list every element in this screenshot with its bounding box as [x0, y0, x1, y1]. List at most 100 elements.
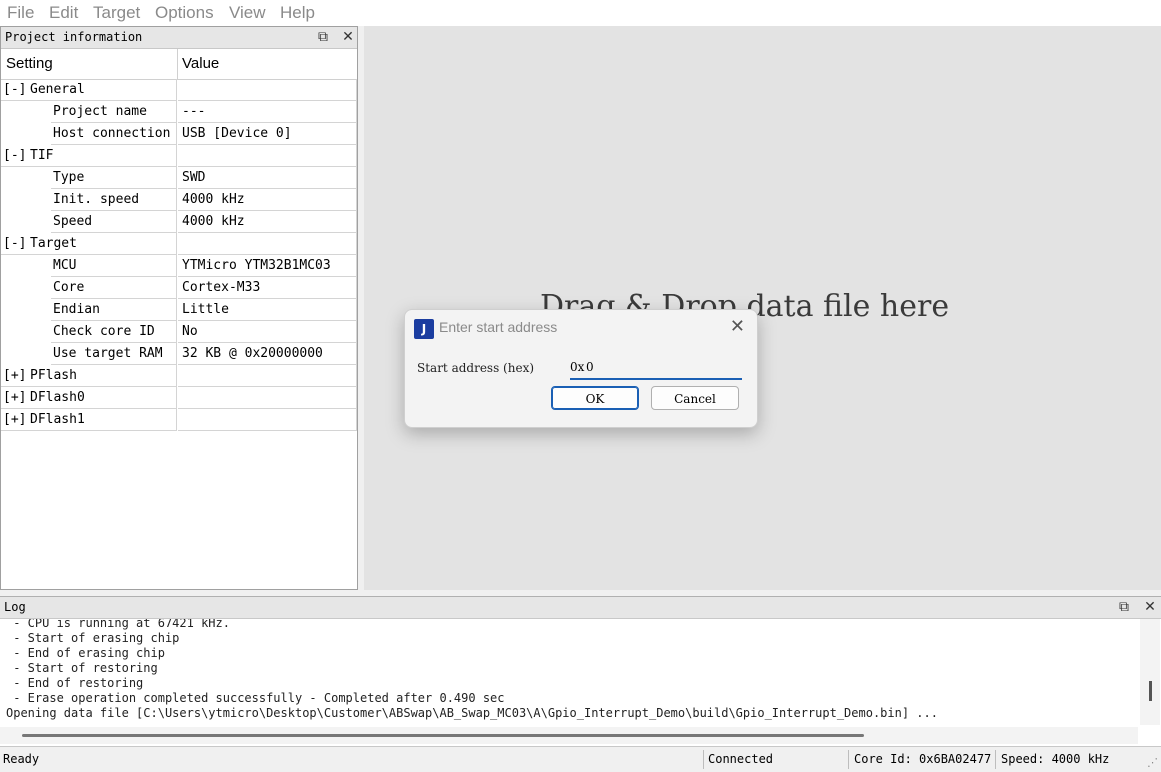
- log-vertical-scroll-thumb[interactable]: [1149, 681, 1152, 701]
- jflash-app-icon: J: [414, 319, 434, 339]
- setting-row[interactable]: Project name ---: [1, 101, 357, 123]
- group-value: [178, 145, 357, 167]
- log-line: - CPU is running at 67421 kHz.: [6, 619, 230, 630]
- log-line: - End of erasing chip: [6, 646, 165, 660]
- column-divider[interactable]: [177, 49, 178, 79]
- setting-row[interactable]: Speed 4000 kHz: [1, 211, 357, 233]
- status-state: Ready: [3, 752, 40, 766]
- log-horizontal-scrollbar[interactable]: [0, 727, 1138, 744]
- log-line: - Start of restoring: [6, 661, 158, 675]
- group-row-pflash[interactable]: [+] PFlash: [1, 365, 357, 387]
- setting-row[interactable]: Use target RAM 32 KB @ 0x20000000: [1, 343, 357, 365]
- setting-value[interactable]: No: [178, 321, 357, 343]
- setting-row[interactable]: Endian Little: [1, 299, 357, 321]
- log-horizontal-scroll-thumb[interactable]: [22, 734, 864, 737]
- setting-value[interactable]: 4000 kHz: [178, 211, 357, 233]
- expand-toggle[interactable]: [-]: [3, 145, 26, 166]
- setting-label: Project name: [51, 101, 177, 123]
- menu-file[interactable]: File: [7, 3, 34, 23]
- group-label: DFlash0: [28, 387, 177, 409]
- resize-grip-icon[interactable]: ⋰: [1147, 756, 1158, 769]
- drop-area[interactable]: Drag & Drop data file here: [364, 26, 1161, 590]
- setting-value[interactable]: Little: [178, 299, 357, 321]
- column-header-setting[interactable]: Setting: [6, 55, 53, 72]
- setting-row[interactable]: Host connection USB [Device 0]: [1, 123, 357, 145]
- dialog-close-icon[interactable]: ✕: [730, 316, 745, 337]
- log-line: - Erase operation completed successfully…: [6, 691, 505, 705]
- start-address-input[interactable]: [586, 358, 736, 376]
- setting-value[interactable]: Cortex-M33: [178, 277, 357, 299]
- setting-value[interactable]: SWD: [178, 167, 357, 189]
- group-label: PFlash: [28, 365, 177, 387]
- cancel-button[interactable]: Cancel: [651, 386, 739, 410]
- group-row-dflash0[interactable]: [+] DFlash0: [1, 387, 357, 409]
- log-vertical-scrollbar[interactable]: [1140, 619, 1160, 725]
- group-value: [178, 387, 357, 409]
- dialog-title: Enter start address: [439, 319, 558, 335]
- setting-row[interactable]: Type SWD: [1, 167, 357, 189]
- status-core-id: Core Id: 0x6BA02477: [854, 752, 992, 766]
- group-row-general[interactable]: [-] General: [1, 79, 357, 101]
- hex-prefix: 0x: [570, 360, 585, 374]
- status-speed: Speed: 4000 kHz: [1001, 752, 1110, 766]
- setting-row[interactable]: MCU YTMicro YTM32B1MC03: [1, 255, 357, 277]
- expand-toggle[interactable]: [+]: [3, 365, 26, 386]
- log-titlebar: Log ⧉ ✕: [0, 597, 1161, 619]
- setting-value[interactable]: USB [Device 0]: [178, 123, 357, 145]
- settings-tree: [-] General Project name --- Host connection…: [1, 79, 357, 431]
- group-row-dflash1[interactable]: [+] DFlash1: [1, 409, 357, 431]
- table-header: Setting Value: [1, 49, 357, 80]
- setting-value[interactable]: 32 KB @ 0x20000000: [178, 343, 357, 365]
- status-bar: Ready Connected Core Id: 0x6BA02477 Spee…: [0, 746, 1161, 772]
- menu-edit[interactable]: Edit: [49, 3, 78, 23]
- setting-label: Check core ID: [51, 321, 177, 343]
- status-separator: [848, 750, 849, 769]
- setting-value[interactable]: 4000 kHz: [178, 189, 357, 211]
- menu-view[interactable]: View: [229, 3, 266, 23]
- project-info-titlebar: Project information ⧉ ✕: [1, 27, 357, 49]
- group-label: DFlash1: [28, 409, 177, 431]
- setting-label: Type: [51, 167, 177, 189]
- setting-value[interactable]: ---: [178, 101, 357, 123]
- status-separator: [995, 750, 996, 769]
- setting-label: Speed: [51, 211, 177, 233]
- menu-target[interactable]: Target: [93, 3, 140, 23]
- menu-bar: File Edit Target Options View Help: [0, 0, 1161, 26]
- group-value: [178, 233, 357, 255]
- expand-toggle[interactable]: [-]: [3, 79, 26, 100]
- log-line: - End of restoring: [6, 676, 144, 690]
- close-icon[interactable]: ✕: [340, 29, 356, 45]
- column-header-value[interactable]: Value: [182, 55, 219, 72]
- expand-toggle[interactable]: [+]: [3, 409, 26, 430]
- log-panel: Log ⧉ ✕ - CPU is running at 67421 kHz. -…: [0, 596, 1161, 746]
- setting-value[interactable]: YTMicro YTM32B1MC03: [178, 255, 357, 277]
- setting-label: Use target RAM: [51, 343, 177, 365]
- log-line: - Start of erasing chip: [6, 631, 180, 645]
- setting-label: Init. speed: [51, 189, 177, 211]
- group-label: General: [28, 79, 177, 101]
- close-icon[interactable]: ✕: [1142, 599, 1158, 615]
- expand-toggle[interactable]: [+]: [3, 387, 26, 408]
- setting-label: Endian: [51, 299, 177, 321]
- start-address-field[interactable]: 0x: [570, 358, 742, 380]
- log-line: Opening data file [C:\Users\ytmicro\Desk…: [6, 706, 938, 720]
- log-title: Log: [4, 600, 26, 614]
- group-value: [178, 79, 357, 101]
- menu-options[interactable]: Options: [155, 3, 214, 23]
- setting-label: Core: [51, 277, 177, 299]
- setting-label: Host connection: [51, 123, 177, 145]
- restore-window-icon[interactable]: ⧉: [1116, 599, 1132, 615]
- menu-help[interactable]: Help: [280, 3, 315, 23]
- ok-button[interactable]: OK: [551, 386, 639, 410]
- setting-row[interactable]: Init. speed 4000 kHz: [1, 189, 357, 211]
- expand-toggle[interactable]: [-]: [3, 233, 26, 254]
- status-separator: [703, 750, 704, 769]
- setting-row[interactable]: Core Cortex-M33: [1, 277, 357, 299]
- restore-window-icon[interactable]: ⧉: [315, 29, 331, 45]
- start-address-label: Start address (hex): [417, 361, 535, 375]
- group-value: [178, 409, 357, 431]
- status-connection: Connected: [708, 752, 774, 766]
- group-row-tif[interactable]: [-] TIF: [1, 145, 357, 167]
- setting-row[interactable]: Check core ID No: [1, 321, 357, 343]
- group-row-target[interactable]: [-] Target: [1, 233, 357, 255]
